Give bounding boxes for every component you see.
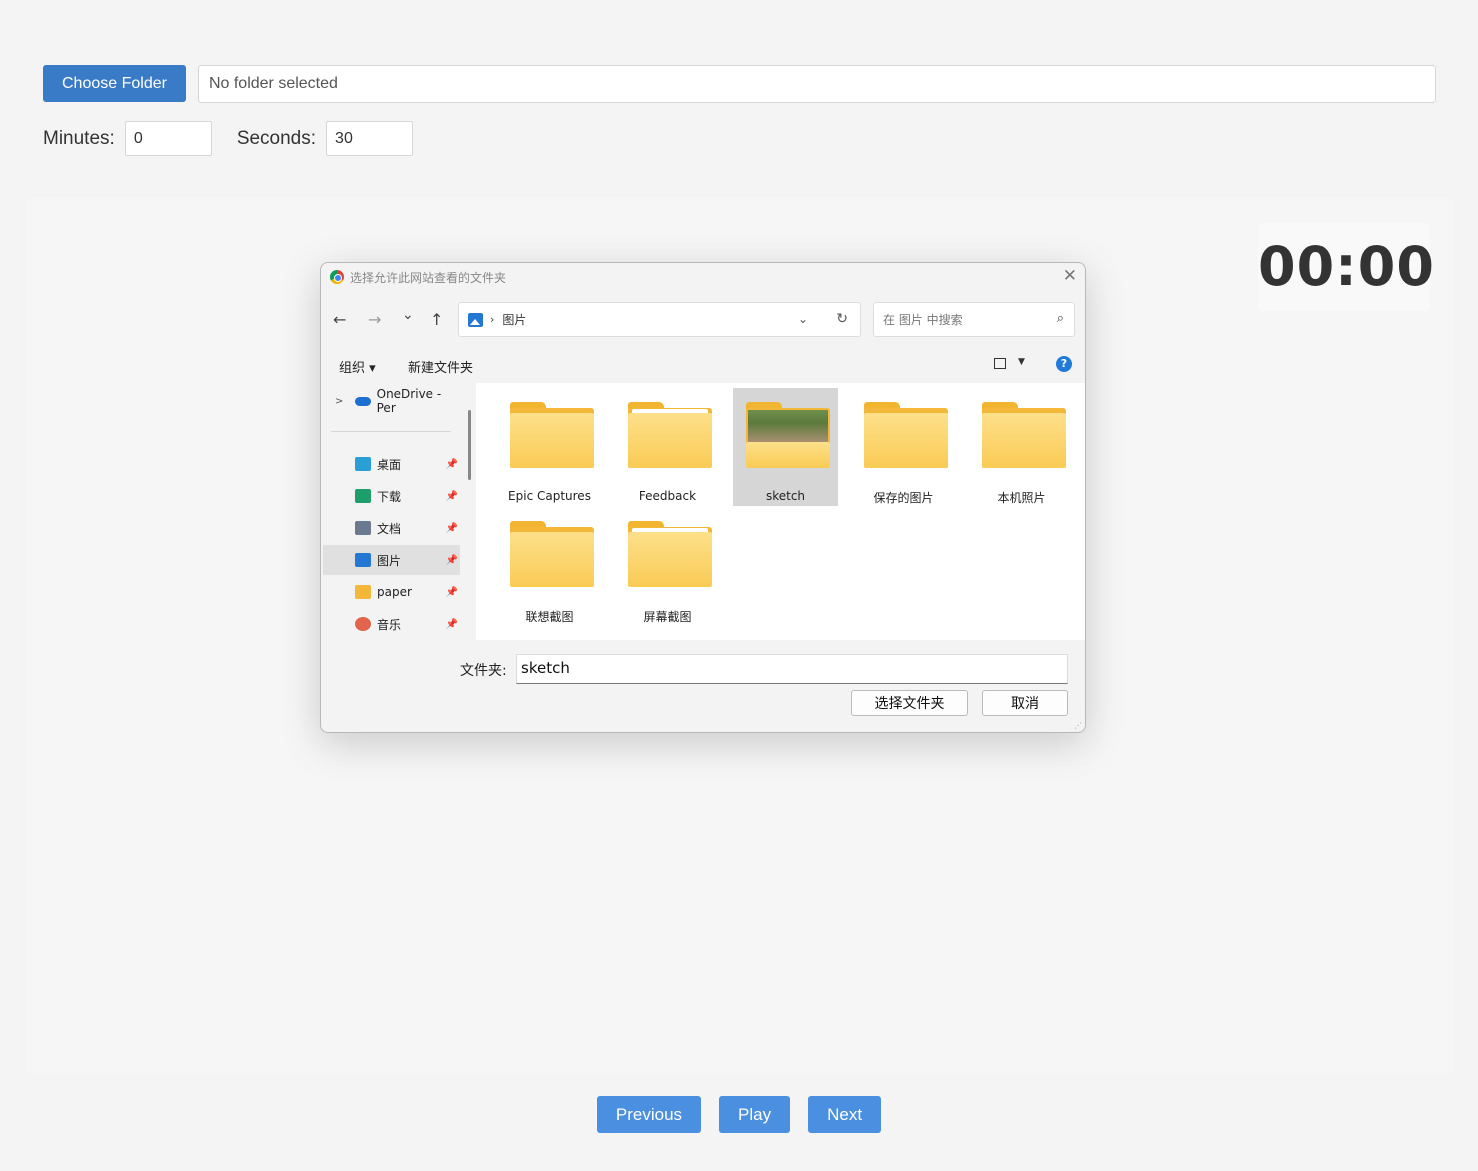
pin-icon[interactable]: 📌 [446, 491, 458, 502]
sidebar-item-label: OneDrive - Per [376, 387, 442, 415]
folder-icon [355, 585, 371, 599]
folder-picker-row: Choose Folder No folder selected [43, 65, 1436, 103]
folder-label: Epic Captures [508, 489, 591, 503]
address-row: ← → ⌄ ↑ › 图片 ⌄ ↻ 在 图片 中搜索 ⌕ [321, 302, 1085, 338]
folder-tile[interactable]: Epic Captures [497, 388, 602, 506]
search-placeholder: 在 图片 中搜索 [883, 313, 963, 327]
sidebar-item-label: 图片 [377, 553, 402, 568]
divider [331, 431, 451, 432]
sidebar-item-1[interactable]: 下载 📌 [323, 481, 460, 511]
sidebar-item-label: 桌面 [377, 457, 402, 472]
sidebar-item-onedrive[interactable]: > OneDrive - Per [323, 386, 460, 416]
up-arrow-icon[interactable]: ↑ [430, 310, 443, 329]
pin-icon[interactable]: 📌 [446, 619, 458, 630]
sidebar-item-5[interactable]: 音乐 📌 [323, 609, 460, 639]
address-bar[interactable]: › 图片 ⌄ ↻ [458, 302, 861, 337]
folder-label: 保存的图片 [873, 491, 934, 505]
folder-label: Feedback [638, 489, 697, 503]
sidebar-item-0[interactable]: 桌面 📌 [323, 449, 460, 479]
folder-icon [628, 402, 712, 469]
folder-icon [982, 402, 1066, 469]
folder-picker-dialog: 选择允许此网站查看的文件夹 ✕ ← → ⌄ ↑ › 图片 ⌄ ↻ 在 图片 中搜… [320, 262, 1086, 733]
play-button[interactable]: Play [719, 1096, 791, 1133]
folder-field-label: 文件夹: [460, 663, 507, 679]
pictures-icon [468, 312, 483, 327]
sidebar-item-label: 文档 [377, 521, 402, 536]
folder-icon [628, 521, 712, 588]
close-icon[interactable]: ✕ [1063, 266, 1077, 286]
playback-controls: Previous Play Next [0, 1096, 1478, 1133]
sidebar-item-4[interactable]: paper 📌 [323, 577, 460, 607]
recent-locations-icon[interactable]: ⌄ [402, 307, 414, 323]
folder-tile[interactable]: sketch [733, 388, 838, 506]
folder-icon [746, 402, 830, 469]
sidebar-item-3[interactable]: 图片 📌 [323, 545, 460, 575]
folder-label: 屏幕截图 [643, 610, 692, 624]
scrollbar[interactable] [468, 410, 471, 480]
forward-arrow-icon[interactable]: → [368, 310, 381, 329]
folder-label: sketch [765, 489, 806, 503]
folder-label: 本机照片 [997, 491, 1046, 505]
organize-menu[interactable]: 组织 ▾ [339, 357, 376, 376]
dialog-toolbar: 组织 ▾ 新建文件夹 ▼ ? [321, 350, 1085, 380]
folder-path-display: No folder selected [197, 65, 1436, 103]
pictures-icon [355, 553, 371, 567]
sidebar-item-label: 音乐 [377, 617, 402, 632]
folder-grid: Epic Captures Feedback sketch 保存的图片 本机照片联想截图… [476, 383, 1085, 640]
minutes-label: Minutes: [43, 127, 115, 149]
minutes-input[interactable]: 0 [124, 121, 212, 156]
music-icon [355, 617, 371, 631]
view-icon[interactable] [994, 358, 1006, 369]
navigation-pane: > OneDrive - Per 桌面 📌 下载 📌 文档 📌 图片 📌 paper 📌 音乐 📌 [321, 383, 471, 640]
caret-down-icon[interactable]: ▼ [1018, 357, 1025, 367]
desktop-icon [355, 457, 371, 471]
refresh-icon[interactable]: ↻ [836, 311, 848, 327]
chevron-down-icon[interactable]: ⌄ [798, 312, 808, 326]
search-icon[interactable]: ⌕ [1057, 311, 1064, 326]
search-input[interactable]: 在 图片 中搜索 ⌕ [873, 302, 1075, 337]
dialog-titlebar: 选择允许此网站查看的文件夹 ✕ [321, 263, 1085, 291]
cloud-icon [355, 396, 371, 406]
folder-icon [864, 402, 948, 469]
duration-row: Minutes: 0 Seconds: 30 [43, 121, 414, 156]
folder-tile[interactable]: 保存的图片 [851, 388, 956, 506]
folder-label: 联想截图 [525, 610, 574, 624]
pin-icon[interactable]: 📌 [446, 523, 458, 534]
cancel-button[interactable]: 取消 [982, 690, 1068, 716]
resize-grip-icon[interactable]: ⋰ [1074, 721, 1082, 730]
help-icon[interactable]: ? [1056, 356, 1072, 372]
download-icon [355, 489, 371, 503]
sidebar-item-label: 下载 [377, 489, 402, 504]
pin-icon[interactable]: 📌 [446, 587, 458, 598]
previous-button[interactable]: Previous [596, 1096, 702, 1133]
pin-icon[interactable]: 📌 [446, 555, 458, 566]
back-arrow-icon[interactable]: ← [333, 310, 346, 329]
dialog-title: 选择允许此网站查看的文件夹 [350, 270, 507, 285]
folder-icon [510, 521, 594, 588]
next-button[interactable]: Next [808, 1096, 882, 1133]
breadcrumb-pictures[interactable]: 图片 [502, 311, 526, 328]
folder-tile[interactable]: 本机照片 [969, 388, 1074, 506]
document-icon [355, 521, 371, 535]
pin-icon[interactable]: 📌 [446, 459, 458, 470]
choose-folder-button[interactable]: Choose Folder [43, 65, 186, 102]
folder-icon [510, 402, 594, 469]
chrome-icon [330, 270, 344, 284]
folder-name-input[interactable]: sketch [516, 654, 1068, 684]
countdown-timer: 00:00 [1258, 223, 1434, 311]
chevron-right-icon[interactable]: > [335, 396, 343, 407]
seconds-input[interactable]: 30 [326, 121, 414, 156]
seconds-label: Seconds: [236, 127, 317, 149]
folder-tile[interactable]: Feedback [615, 388, 720, 506]
folder-tile[interactable]: 联想截图 [497, 507, 602, 625]
sidebar-item-label: paper [377, 585, 412, 599]
select-folder-button[interactable]: 选择文件夹 [851, 690, 968, 716]
folder-tile[interactable]: 屏幕截图 [615, 507, 720, 625]
sidebar-item-2[interactable]: 文档 📌 [323, 513, 460, 543]
chevron-right-icon: › [490, 313, 495, 326]
new-folder-button[interactable]: 新建文件夹 [408, 357, 473, 376]
